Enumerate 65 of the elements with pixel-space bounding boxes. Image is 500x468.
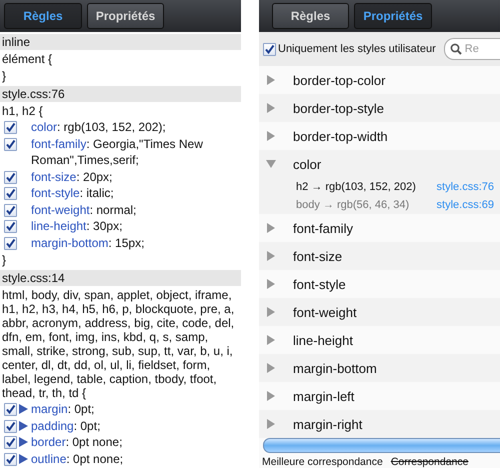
- property-name: font-family: [293, 220, 353, 236]
- search-icon: [450, 43, 462, 55]
- tab[interactable]: Règles: [4, 3, 82, 29]
- closing-brace: }: [1, 68, 8, 84]
- declaration: font-family: Georgia,"Times New Roman",Times,serif;: [31, 136, 204, 168]
- property-name: font-style: [293, 276, 346, 292]
- expand-triangle-icon[interactable]: [19, 404, 28, 414]
- selector-text: h1, h2 {: [1, 103, 44, 119]
- checkbox[interactable]: [4, 452, 17, 466]
- tab[interactable]: Règles: [272, 3, 349, 29]
- checkbox[interactable]: [4, 187, 17, 200]
- matched-rule: body → rgb(56, 46, 34): [296, 198, 410, 213]
- expand-triangle-icon[interactable]: [19, 420, 28, 430]
- declaration: margin-bottom: 15px;: [31, 234, 146, 251]
- property-name: border-top-width: [293, 128, 388, 144]
- declaration: outline: 0pt none;: [31, 450, 124, 467]
- declaration: margin: 0pt;: [31, 401, 96, 418]
- checkbox[interactable]: [4, 138, 17, 150]
- declaration: padding: 0pt;: [31, 418, 102, 434]
- property-name: line-height: [293, 332, 353, 348]
- tab[interactable]: Propriétés: [354, 3, 432, 29]
- rule-source[interactable]: style.css:14: [0, 270, 241, 286]
- collapse-triangle-icon[interactable]: [266, 159, 276, 169]
- declaration: font-weight: normal;: [31, 202, 138, 218]
- property-name: margin-bottom: [293, 360, 377, 376]
- checkbox[interactable]: [4, 204, 17, 216]
- property-name: color: [293, 156, 322, 172]
- checkbox-label[interactable]: Uniquement les styles utilisateur: [278, 43, 436, 55]
- property-name: font-weight: [293, 304, 357, 320]
- property-name: margin-right: [293, 416, 362, 432]
- property-name: font-size: [293, 248, 342, 264]
- checkbox[interactable]: [4, 236, 17, 250]
- selector-text: élément {: [1, 51, 54, 67]
- rule-source[interactable]: inline: [0, 34, 241, 50]
- expand-triangle-icon[interactable]: [19, 454, 28, 464]
- expand-triangle-icon[interactable]: [19, 437, 28, 447]
- matched-rule: h2 → rgb(103, 152, 202): [296, 180, 416, 195]
- property-name: border-top-color: [293, 72, 386, 88]
- declaration: color: rgb(103, 152, 202);: [31, 119, 167, 136]
- checkbox[interactable]: [4, 403, 17, 416]
- checkbox[interactable]: [4, 436, 17, 449]
- declaration: border: 0pt none;: [31, 434, 124, 450]
- legend-label: Meilleure correspondance: [262, 456, 383, 468]
- scrollbar[interactable]: [263, 438, 500, 453]
- declaration: line-height: 30px;: [31, 218, 124, 234]
- legend-label: Correspondance: [390, 456, 468, 468]
- checkbox[interactable]: [4, 220, 17, 233]
- expand-triangle-icon[interactable]: [266, 335, 276, 345]
- expand-triangle-icon[interactable]: [266, 223, 276, 233]
- expand-triangle-icon[interactable]: [266, 391, 276, 401]
- checkbox[interactable]: [4, 420, 17, 432]
- declaration: font-style: italic;: [31, 185, 115, 202]
- expand-triangle-icon[interactable]: [266, 75, 276, 85]
- checkbox[interactable]: [4, 121, 17, 134]
- checkbox[interactable]: [263, 42, 276, 56]
- rule-source[interactable]: style.css:76: [0, 86, 241, 102]
- selector-text: html, body, div, span, applet, object, iframe, h1, h2, h3, h4, h5, h6, p, blockquote, pre, a, abbr, acronym, address, big, cite, code, del, dfn, em, font, img, ins, kbd, q, s, samp, small, strike, strong, sub, sup, tt, var, b, u, i, center, dl, dt, dd, ol, ul, li, fieldset, form, label, legend, table, caption, tbody, tfoot, thead, tr, th, td {: [1, 287, 236, 401]
- closing-brace: }: [1, 252, 8, 268]
- expand-triangle-icon[interactable]: [266, 131, 276, 141]
- checkbox[interactable]: [4, 170, 17, 184]
- property-name: margin-left: [293, 388, 354, 404]
- tab[interactable]: Propriétés: [87, 3, 164, 29]
- expand-triangle-icon[interactable]: [266, 279, 276, 289]
- property-name: border-top-style: [293, 100, 384, 116]
- declaration: font-size: 20px;: [31, 168, 114, 185]
